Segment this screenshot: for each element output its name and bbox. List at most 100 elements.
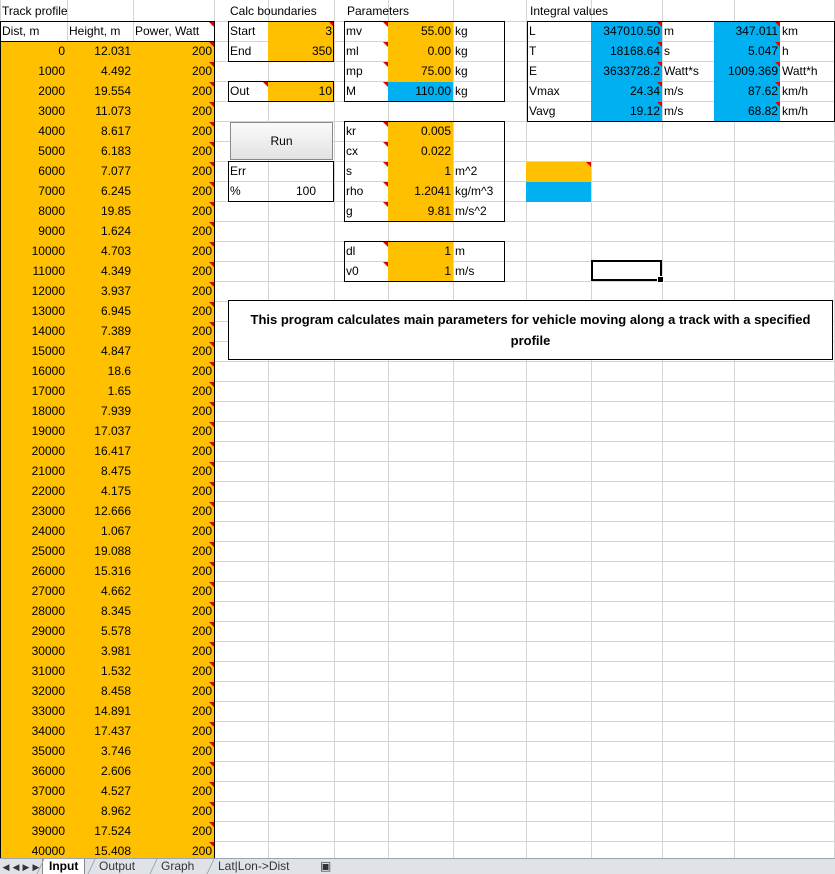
table-cell[interactable]: 7000 bbox=[0, 182, 67, 202]
table-cell[interactable]: 200 bbox=[133, 522, 214, 542]
table-cell[interactable]: 8000 bbox=[0, 202, 67, 222]
table-cell[interactable]: 19.088 bbox=[67, 542, 133, 562]
table-cell[interactable]: 19000 bbox=[0, 422, 67, 442]
table-cell[interactable]: 1000 bbox=[0, 62, 67, 82]
table-cell[interactable]: 7.939 bbox=[67, 402, 133, 422]
table-cell[interactable]: 5.578 bbox=[67, 622, 133, 642]
parameter-value[interactable]: 9.81 bbox=[388, 202, 453, 222]
table-cell[interactable]: 200 bbox=[133, 362, 214, 382]
table-cell[interactable]: 200 bbox=[133, 162, 214, 182]
table-cell[interactable]: 200 bbox=[133, 842, 214, 858]
table-cell[interactable]: 26000 bbox=[0, 562, 67, 582]
table-cell[interactable]: 200 bbox=[133, 202, 214, 222]
table-cell[interactable]: 200 bbox=[133, 822, 214, 842]
table-cell[interactable]: 200 bbox=[133, 682, 214, 702]
parameter-value[interactable]: 1 bbox=[388, 262, 453, 282]
table-cell[interactable]: 4.349 bbox=[67, 262, 133, 282]
table-cell[interactable]: 200 bbox=[133, 782, 214, 802]
tab-output[interactable]: Output bbox=[93, 859, 141, 874]
table-cell[interactable]: 0 bbox=[0, 42, 67, 62]
table-cell[interactable]: 24000 bbox=[0, 522, 67, 542]
table-cell[interactable]: 17000 bbox=[0, 382, 67, 402]
table-cell[interactable]: 200 bbox=[133, 762, 214, 782]
tab-lat-lon-dist[interactable]: Lat|Lon->Dist bbox=[212, 859, 296, 874]
table-cell[interactable]: 200 bbox=[133, 642, 214, 662]
table-cell[interactable]: 200 bbox=[133, 42, 214, 62]
table-cell[interactable]: 19.554 bbox=[67, 82, 133, 102]
parameter-value[interactable]: 110.00 bbox=[388, 82, 453, 102]
table-cell[interactable]: 29000 bbox=[0, 622, 67, 642]
table-cell[interactable]: 14.891 bbox=[67, 702, 133, 722]
start-input[interactable]: 3 bbox=[268, 22, 334, 42]
table-cell[interactable]: 200 bbox=[133, 262, 214, 282]
table-cell[interactable]: 15.316 bbox=[67, 562, 133, 582]
table-cell[interactable]: 11.073 bbox=[67, 102, 133, 122]
table-cell[interactable]: 12000 bbox=[0, 282, 67, 302]
table-cell[interactable]: 1.067 bbox=[67, 522, 133, 542]
table-cell[interactable]: 6.183 bbox=[67, 142, 133, 162]
run-button[interactable]: Run bbox=[230, 122, 333, 160]
table-cell[interactable]: 8.458 bbox=[67, 682, 133, 702]
table-cell[interactable]: 200 bbox=[133, 342, 214, 362]
table-cell[interactable]: 1.65 bbox=[67, 382, 133, 402]
table-cell[interactable]: 200 bbox=[133, 82, 214, 102]
table-cell[interactable]: 18.6 bbox=[67, 362, 133, 382]
table-cell[interactable]: 16000 bbox=[0, 362, 67, 382]
table-cell[interactable]: 200 bbox=[133, 462, 214, 482]
table-cell[interactable]: 200 bbox=[133, 742, 214, 762]
table-cell[interactable]: 10000 bbox=[0, 242, 67, 262]
table-cell[interactable]: 3.981 bbox=[67, 642, 133, 662]
tab-input[interactable]: Input bbox=[42, 859, 86, 874]
end-input[interactable]: 350 bbox=[268, 42, 334, 62]
table-cell[interactable]: 200 bbox=[133, 622, 214, 642]
parameter-value[interactable]: 55.00 bbox=[388, 22, 453, 42]
table-cell[interactable]: 8.345 bbox=[67, 602, 133, 622]
table-cell[interactable]: 12.666 bbox=[67, 502, 133, 522]
table-cell[interactable]: 5000 bbox=[0, 142, 67, 162]
table-cell[interactable]: 31000 bbox=[0, 662, 67, 682]
insert-sheet-icon[interactable]: ▣ bbox=[314, 859, 337, 874]
table-cell[interactable]: 200 bbox=[133, 142, 214, 162]
table-cell[interactable]: 200 bbox=[133, 282, 214, 302]
table-cell[interactable]: 4.662 bbox=[67, 582, 133, 602]
table-cell[interactable]: 15.408 bbox=[67, 842, 133, 858]
spreadsheet-grid[interactable]: Track profile Dist, m Height, m Power, Wat… bbox=[0, 0, 835, 858]
parameter-value[interactable]: 0.022 bbox=[388, 142, 453, 162]
out-input[interactable]: 10 bbox=[268, 82, 334, 102]
table-cell[interactable]: 17.524 bbox=[67, 822, 133, 842]
table-cell[interactable]: 32000 bbox=[0, 682, 67, 702]
table-cell[interactable]: 14000 bbox=[0, 322, 67, 342]
table-cell[interactable]: 12.031 bbox=[67, 42, 133, 62]
table-cell[interactable]: 200 bbox=[133, 422, 214, 442]
table-cell[interactable]: 200 bbox=[133, 122, 214, 142]
table-cell[interactable]: 200 bbox=[133, 382, 214, 402]
tab-scroll-first-icon[interactable]: ◀ bbox=[1, 860, 11, 874]
table-cell[interactable]: 8.962 bbox=[67, 802, 133, 822]
table-cell[interactable]: 17.037 bbox=[67, 422, 133, 442]
table-cell[interactable]: 20000 bbox=[0, 442, 67, 462]
table-cell[interactable]: 200 bbox=[133, 222, 214, 242]
table-cell[interactable]: 4.703 bbox=[67, 242, 133, 262]
table-cell[interactable]: 1.532 bbox=[67, 662, 133, 682]
parameter-value[interactable]: 0.005 bbox=[388, 122, 453, 142]
table-cell[interactable]: 8.475 bbox=[67, 462, 133, 482]
table-cell[interactable]: 200 bbox=[133, 242, 214, 262]
table-cell[interactable]: 19.85 bbox=[67, 202, 133, 222]
table-cell[interactable]: 39000 bbox=[0, 822, 67, 842]
table-cell[interactable]: 28000 bbox=[0, 602, 67, 622]
table-cell[interactable]: 33000 bbox=[0, 702, 67, 722]
tab-scroll-prev-icon[interactable]: ◀ bbox=[11, 860, 21, 874]
parameter-value[interactable]: 75.00 bbox=[388, 62, 453, 82]
table-cell[interactable]: 200 bbox=[133, 582, 214, 602]
table-cell[interactable]: 22000 bbox=[0, 482, 67, 502]
table-cell[interactable]: 200 bbox=[133, 662, 214, 682]
table-cell[interactable]: 7.389 bbox=[67, 322, 133, 342]
table-cell[interactable]: 3.937 bbox=[67, 282, 133, 302]
table-cell[interactable]: 200 bbox=[133, 802, 214, 822]
table-cell[interactable]: 8.617 bbox=[67, 122, 133, 142]
table-cell[interactable]: 2000 bbox=[0, 82, 67, 102]
table-cell[interactable]: 6.245 bbox=[67, 182, 133, 202]
table-cell[interactable]: 16.417 bbox=[67, 442, 133, 462]
table-cell[interactable]: 13000 bbox=[0, 302, 67, 322]
table-cell[interactable]: 1.624 bbox=[67, 222, 133, 242]
